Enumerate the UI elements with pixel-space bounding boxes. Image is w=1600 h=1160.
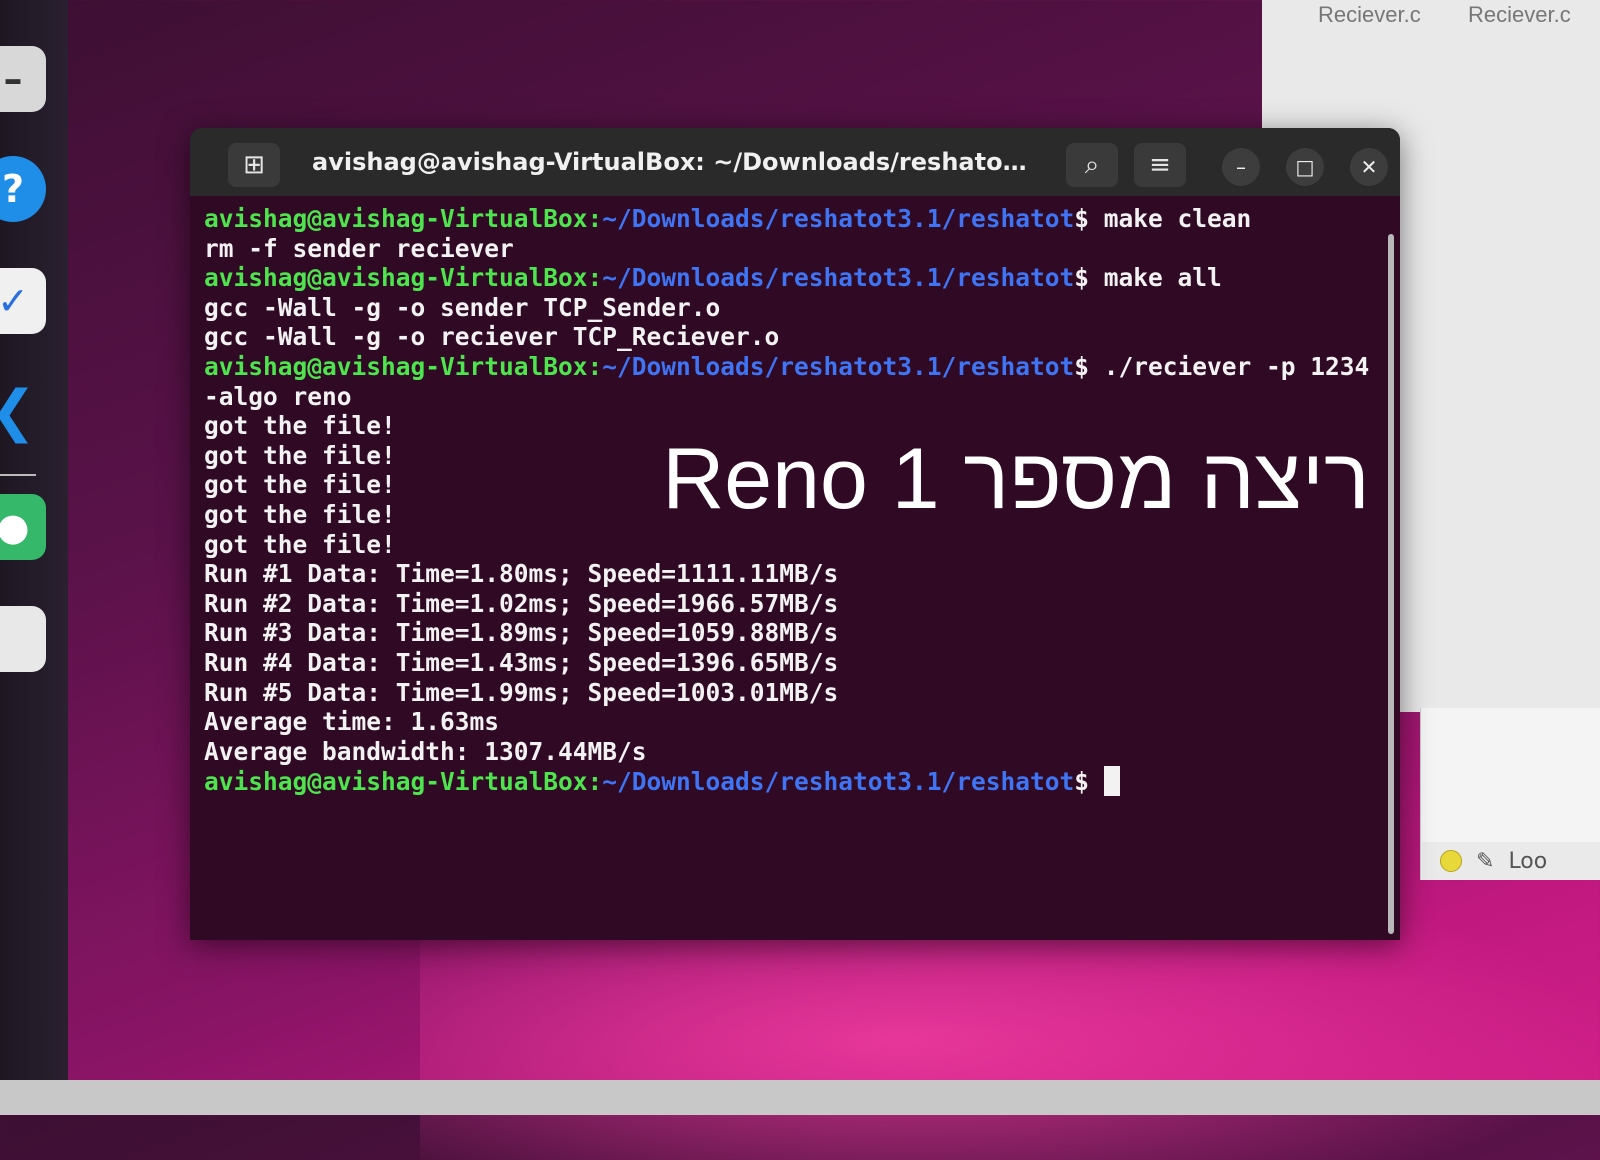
prompt-path: ~/Downloads/reshatot3.1/reshatot — [602, 263, 1075, 293]
file-item[interactable]: Reciever.c — [1318, 2, 1421, 28]
dock-separator — [0, 474, 36, 476]
edit-icon: ✎ — [1476, 848, 1495, 874]
prompt-user: avishag@avishag-VirtualBox: — [204, 351, 603, 381]
prompt-path: ~/Downloads/reshatot3.1/reshatot — [602, 767, 1075, 797]
prompt-symbol: $ — [1074, 767, 1090, 797]
editor-status-bar: ✎ Loo — [1422, 842, 1600, 880]
status-label: Loo — [1508, 848, 1548, 874]
output-line: Run #1 Data: Time=1.80ms; Speed=1111.11M… — [204, 559, 839, 589]
output-line: Run #2 Data: Time=1.02ms; Speed=1966.57M… — [204, 588, 839, 618]
prompt-symbol: $ — [1074, 204, 1090, 233]
bottom-bezel — [0, 1080, 1600, 1115]
overlay-caption: ריצה מספר 1 Reno — [662, 431, 1370, 527]
command-text: make clean — [1089, 204, 1252, 233]
prompt-path: ~/Downloads/reshatot3.1/reshatot — [602, 351, 1075, 381]
output-line: Average bandwidth: 1307.44MB/s — [204, 736, 647, 766]
scrollbar[interactable] — [1388, 234, 1394, 934]
files-icon[interactable] — [0, 606, 46, 672]
terminal-window[interactable]: ⊞ avishag@avishag-VirtualBox: ~/Download… — [190, 128, 1400, 940]
prompt-user: avishag@avishag-VirtualBox: — [204, 767, 603, 797]
output-line: rm -f sender reciever — [204, 233, 514, 263]
output-line: Run #3 Data: Time=1.89ms; Speed=1059.88M… — [204, 618, 839, 648]
terminal-output[interactable]: avishag@avishag-VirtualBox:~/Downloads/r… — [204, 204, 1376, 940]
prompt-line: avishag@avishag-VirtualBox:~/Downloads/r… — [204, 263, 1376, 293]
text-cursor[interactable] — [1103, 766, 1120, 797]
file-item[interactable]: Reciever.c — [1468, 2, 1571, 28]
prompt-user: avishag@avishag-VirtualBox: — [204, 263, 603, 293]
output-line: gcc -Wall -g -o reciever TCP_Reciever.o — [204, 322, 780, 352]
command-text — [1089, 767, 1104, 796]
status-dot-icon — [1440, 850, 1462, 872]
dock-app-icon[interactable]: – — [0, 46, 46, 112]
prompt-symbol: $ — [1074, 263, 1090, 293]
output-line: Run #5 Data: Time=1.99ms; Speed=1003.01M… — [204, 677, 839, 707]
prompt-symbol: $ — [1074, 351, 1090, 381]
prompt-line: avishag@avishag-VirtualBox:~/Downloads/r… — [204, 204, 1376, 234]
dock: – ? ✓ ❮ ● — [0, 0, 68, 1080]
search-icon[interactable]: ⌕ — [1066, 143, 1118, 187]
help-icon[interactable]: ? — [0, 156, 46, 222]
prompt-line: avishag@avishag-VirtualBox:~/Downloads/r… — [204, 352, 1376, 382]
minimize-icon[interactable]: – — [1222, 148, 1260, 186]
terminal-titlebar[interactable]: ⊞ avishag@avishag-VirtualBox: ~/Download… — [190, 128, 1400, 196]
vscode-icon[interactable]: ❮ — [0, 378, 46, 444]
window-title: avishag@avishag-VirtualBox: ~/Downloads/… — [312, 148, 1032, 176]
app-icon[interactable]: ● — [0, 494, 46, 560]
command-text: make all — [1089, 263, 1222, 293]
output-line: Average time: 1.63ms — [204, 707, 500, 737]
close-icon[interactable]: ✕ — [1350, 148, 1388, 186]
hamburger-menu-icon[interactable]: ≡ — [1134, 143, 1186, 187]
todo-icon[interactable]: ✓ — [0, 268, 46, 334]
new-tab-icon[interactable]: ⊞ — [228, 143, 280, 187]
output-line: got the file! — [204, 529, 396, 559]
output-line: -algo reno — [204, 381, 352, 411]
command-text: ./reciever -p 1234 — [1089, 351, 1370, 381]
output-line: gcc -Wall -g -o sender TCP_Sender.o — [204, 292, 721, 322]
output-line: Run #4 Data: Time=1.43ms; Speed=1396.65M… — [204, 647, 839, 677]
prompt-path: ~/Downloads/reshatot3.1/reshatot — [602, 204, 1075, 233]
prompt-user: avishag@avishag-VirtualBox: — [204, 204, 603, 233]
prompt-line: avishag@avishag-VirtualBox:~/Downloads/r… — [204, 766, 1376, 797]
maximize-icon[interactable]: □ — [1286, 148, 1324, 186]
